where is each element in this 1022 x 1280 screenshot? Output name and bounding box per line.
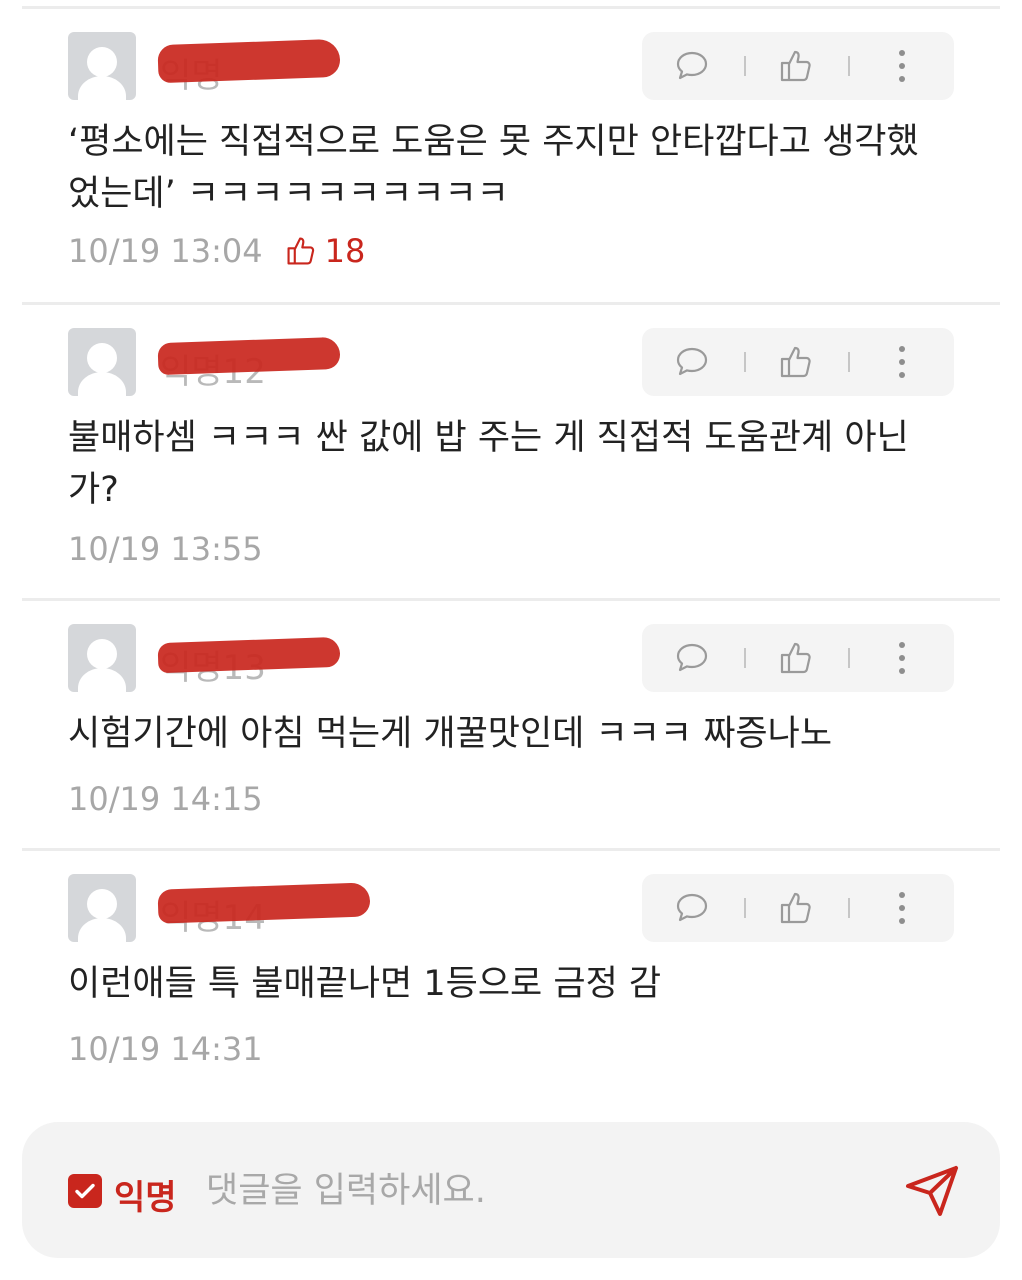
anonymous-checkbox[interactable]: [68, 1174, 102, 1208]
like-button[interactable]: [776, 342, 816, 382]
comment-meta: 10/19 13:55: [68, 530, 263, 568]
vertical-dots-icon: [899, 50, 905, 82]
like-button[interactable]: [776, 638, 816, 678]
comment-input-bar: 익명: [22, 1122, 1000, 1258]
more-button[interactable]: [882, 46, 922, 86]
separator: [848, 898, 850, 918]
vertical-dots-icon: [899, 892, 905, 924]
comment-meta: 10/19 14:31: [68, 1030, 263, 1068]
send-button[interactable]: [902, 1160, 962, 1220]
vertical-dots-icon: [899, 642, 905, 674]
reply-button[interactable]: [672, 638, 712, 678]
thumbs-up-icon: [780, 892, 811, 924]
separator: [848, 352, 850, 372]
redaction-mark: [157, 38, 341, 84]
comment-text: 불매하셈 ㅋㅋㅋ 싼 값에 밥 주는 게 직접적 도움관계 아닌가?: [68, 418, 909, 510]
separator: [744, 56, 746, 76]
separator: [848, 56, 850, 76]
redaction-mark: [157, 636, 341, 674]
redaction-mark: [157, 336, 341, 376]
more-button[interactable]: [882, 342, 922, 382]
speech-bubble-icon: [676, 347, 708, 376]
comment-actions: [642, 624, 954, 692]
avatar: [68, 624, 136, 692]
anonymous-label[interactable]: 익명: [114, 1170, 177, 1219]
comment-divider: [22, 598, 1000, 601]
separator: [848, 648, 850, 668]
more-button[interactable]: [882, 638, 922, 678]
comment-item: 익명14 이런애들 특 불매끝나면 1등으로 금정 감 10/19 14:31: [0, 874, 1022, 1098]
redaction-mark: [157, 882, 371, 924]
comment-time: 10/19 13:55: [68, 530, 263, 568]
thumbs-up-icon: [287, 237, 314, 265]
comment-input[interactable]: [204, 1162, 868, 1220]
avatar: [68, 874, 136, 942]
comment-actions: [642, 32, 954, 100]
thumbs-up-icon: [780, 50, 811, 82]
avatar: [68, 328, 136, 396]
like-button[interactable]: [776, 888, 816, 928]
checkmark-icon: [75, 1183, 95, 1199]
comment-meta: 10/19 13:04 18: [68, 232, 365, 270]
comment-text: 이런애들 특 불매끝나면 1등으로 금정 감: [68, 964, 662, 1004]
reply-button[interactable]: [672, 46, 712, 86]
comment-divider: [22, 302, 1000, 305]
thumbs-up-icon: [780, 642, 811, 674]
comment-meta: 10/19 14:15: [68, 780, 263, 818]
comment-text: ‘평소에는 직접적으로 도움은 못 주지만 안타깝다고 생각했었는데’ ㅋㅋㅋㅋ…: [68, 122, 919, 214]
like-count-value: 18: [324, 232, 366, 270]
vertical-dots-icon: [899, 346, 905, 378]
comment-text: 시험기간에 아침 먹는게 개꿀맛인데 ㅋㅋㅋ 짜증나노: [68, 714, 833, 754]
avatar: [68, 32, 136, 100]
comment-divider: [22, 848, 1000, 851]
comment-time: 10/19 14:31: [68, 1030, 263, 1068]
comment-item: 익명12 불매하셈 ㅋㅋㅋ 싼 값에 밥 주는 게 직접적 도움관계 아닌가? …: [0, 328, 1022, 598]
reply-button[interactable]: [672, 888, 712, 928]
paper-plane-icon: [906, 1166, 958, 1216]
thumbs-up-icon: [780, 346, 811, 378]
like-count: 18: [285, 232, 366, 270]
speech-bubble-icon: [676, 643, 708, 672]
comment-item: 익명13 시험기간에 아침 먹는게 개꿀맛인데 ㅋㅋㅋ 짜증나노 10/19 1…: [0, 624, 1022, 848]
separator: [744, 352, 746, 372]
separator: [744, 898, 746, 918]
comment-time: 10/19 13:04: [68, 232, 263, 270]
speech-bubble-icon: [676, 51, 708, 80]
comment-item: 익명 ‘평소에는 직접적으로 도움은 못 주지만 안타깝다고 생각했었는데’ ㅋ…: [0, 32, 1022, 302]
comment-actions: [642, 874, 954, 942]
like-button[interactable]: [776, 46, 816, 86]
more-button[interactable]: [882, 888, 922, 928]
top-divider: [22, 6, 1000, 9]
speech-bubble-icon: [676, 893, 708, 922]
comment-time: 10/19 14:15: [68, 780, 263, 818]
comment-actions: [642, 328, 954, 396]
reply-button[interactable]: [672, 342, 712, 382]
separator: [744, 648, 746, 668]
